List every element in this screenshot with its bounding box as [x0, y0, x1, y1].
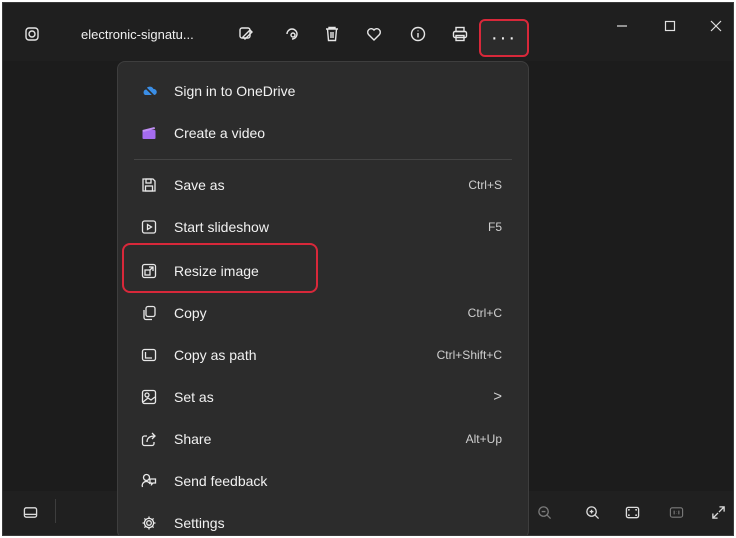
menu-item-shortcut: Ctrl+C [467, 306, 502, 320]
gear-icon [140, 514, 158, 532]
delete-icon[interactable] [323, 25, 341, 43]
copy-path-icon [140, 346, 158, 364]
menu-item-create-video[interactable]: Create a video [118, 112, 528, 154]
menu-item-label: Start slideshow [174, 219, 269, 235]
edit-image-icon[interactable] [237, 25, 255, 43]
menu-item-label: Sign in to OneDrive [174, 83, 296, 99]
rotate-icon[interactable] [283, 25, 301, 43]
menu-item-share[interactable]: Share Alt+Up [118, 418, 528, 460]
menu-item-copy-as-path[interactable]: Copy as path Ctrl+Shift+C [118, 334, 528, 376]
more-options-button[interactable]: ··· [479, 19, 529, 57]
menu-item-sign-in-onedrive[interactable]: Sign in to OneDrive [118, 70, 528, 112]
clapperboard-icon [140, 124, 158, 142]
save-icon [140, 176, 158, 194]
menu-item-send-feedback[interactable]: Send feedback [118, 460, 528, 502]
menu-item-start-slideshow[interactable]: Start slideshow F5 [118, 206, 528, 248]
more-options-menu: Sign in to OneDrive Create a video Save … [117, 61, 529, 535]
menu-separator [134, 159, 512, 160]
toolbar-divider [55, 499, 56, 523]
slideshow-icon [140, 218, 158, 236]
menu-item-label: Set as [174, 389, 214, 405]
menu-item-label: Settings [174, 515, 225, 531]
actual-size-icon[interactable] [667, 503, 685, 521]
menu-item-shortcut: Ctrl+S [468, 178, 502, 192]
menu-item-label: Save as [174, 177, 225, 193]
menu-item-label: Share [174, 431, 212, 447]
menu-item-shortcut: Alt+Up [465, 432, 502, 446]
photos-app-window: electronic-signatu... ··· Sign in to One… [2, 2, 734, 536]
onedrive-cloud-icon [140, 82, 158, 100]
menu-item-set-as[interactable]: Set as > [118, 376, 528, 418]
close-icon[interactable] [705, 17, 727, 35]
photos-app-icon [23, 25, 41, 43]
menu-item-shortcut: Ctrl+Shift+C [436, 348, 502, 362]
maximize-icon[interactable] [659, 17, 681, 35]
print-icon[interactable] [451, 25, 469, 43]
copy-icon [140, 304, 158, 322]
menu-item-label: Send feedback [174, 473, 268, 489]
feedback-icon [140, 472, 158, 490]
full-screen-icon[interactable] [709, 503, 727, 521]
menu-item-shortcut: F5 [487, 220, 502, 234]
menu-item-label: Copy [174, 305, 207, 321]
zoom-in-icon[interactable] [583, 503, 601, 521]
share-icon [140, 430, 158, 448]
title-bar: electronic-signatu... ··· [3, 3, 733, 61]
filmstrip-icon[interactable] [21, 503, 39, 521]
favorite-heart-icon[interactable] [365, 25, 383, 43]
menu-item-settings[interactable]: Settings [118, 502, 528, 535]
menu-item-label: Copy as path [174, 347, 257, 363]
resize-image-highlight [122, 243, 318, 293]
file-name: electronic-signatu... [81, 27, 194, 42]
chevron-right-icon: > [493, 388, 502, 405]
menu-item-save-as[interactable]: Save as Ctrl+S [118, 164, 528, 206]
zoom-out-icon[interactable] [535, 503, 553, 521]
menu-item-copy[interactable]: Copy Ctrl+C [118, 292, 528, 334]
menu-item-label: Create a video [174, 125, 266, 141]
minimize-icon[interactable] [611, 17, 633, 35]
fit-to-window-icon[interactable] [623, 503, 641, 521]
set-as-icon [140, 388, 158, 406]
info-icon[interactable] [409, 25, 427, 43]
